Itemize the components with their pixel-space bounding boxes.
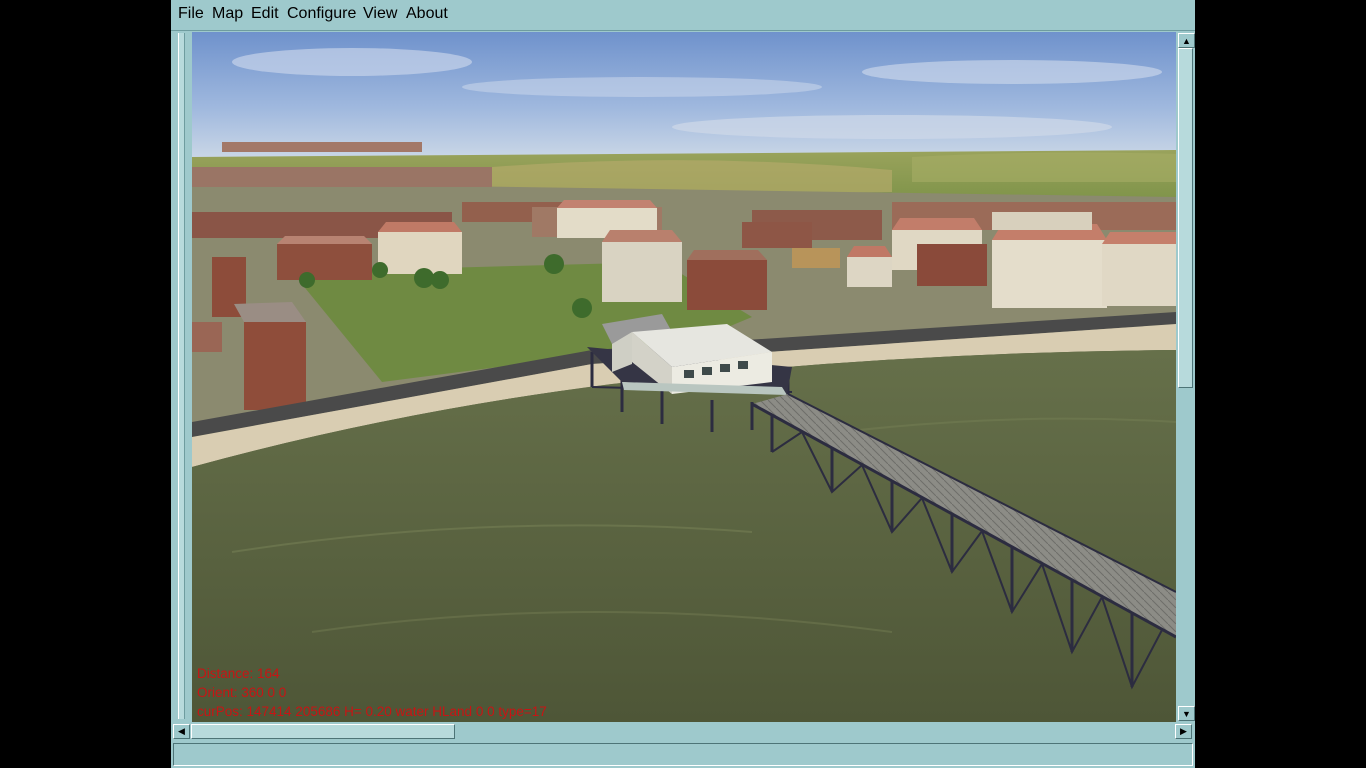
vertical-scrollbar[interactable]: ▲ ▼ <box>1176 32 1195 722</box>
cursor-position-readout: curPos: 147414 205686 H= 0.20 water HLan… <box>197 704 547 719</box>
menu-about[interactable]: About <box>406 5 448 23</box>
vertical-scroll-thumb[interactable] <box>1178 48 1193 388</box>
status-bar <box>173 743 1193 766</box>
horizontal-scroll-thumb[interactable] <box>191 724 455 739</box>
arrow-up-icon: ▲ <box>1182 35 1191 46</box>
horizontal-scrollbar[interactable]: ◀ ▶ <box>171 722 1195 741</box>
menu-edit[interactable]: Edit <box>251 5 279 23</box>
distance-readout: Distance: 164 <box>197 666 280 681</box>
editor-window: File Map Edit Configure View About Dista… <box>171 0 1195 768</box>
scroll-left-button[interactable]: ◀ <box>173 724 190 739</box>
arrow-right-icon: ▶ <box>1180 726 1187 736</box>
menu-bar: File Map Edit Configure View About <box>171 0 1195 31</box>
menu-file[interactable]: File <box>178 5 204 23</box>
orient-readout: Orient: 360 0 0 <box>197 685 287 700</box>
arrow-left-icon: ◀ <box>178 726 185 736</box>
left-groove <box>178 33 185 719</box>
scroll-right-button[interactable]: ▶ <box>1175 724 1192 739</box>
terrain-scene[interactable] <box>192 32 1176 722</box>
scroll-up-button[interactable]: ▲ <box>1178 33 1195 48</box>
menu-view[interactable]: View <box>363 5 397 23</box>
scroll-down-button[interactable]: ▼ <box>1178 706 1195 721</box>
3d-viewport[interactable]: Distance: 164 Orient: 360 0 0 curPos: 14… <box>192 32 1176 722</box>
left-resize-handle[interactable] <box>171 31 191 721</box>
menu-configure[interactable]: Configure <box>287 5 356 23</box>
debug-overlay: Distance: 164 Orient: 360 0 0 curPos: 14… <box>197 664 547 721</box>
menu-map[interactable]: Map <box>212 5 243 23</box>
arrow-down-icon: ▼ <box>1182 708 1191 719</box>
